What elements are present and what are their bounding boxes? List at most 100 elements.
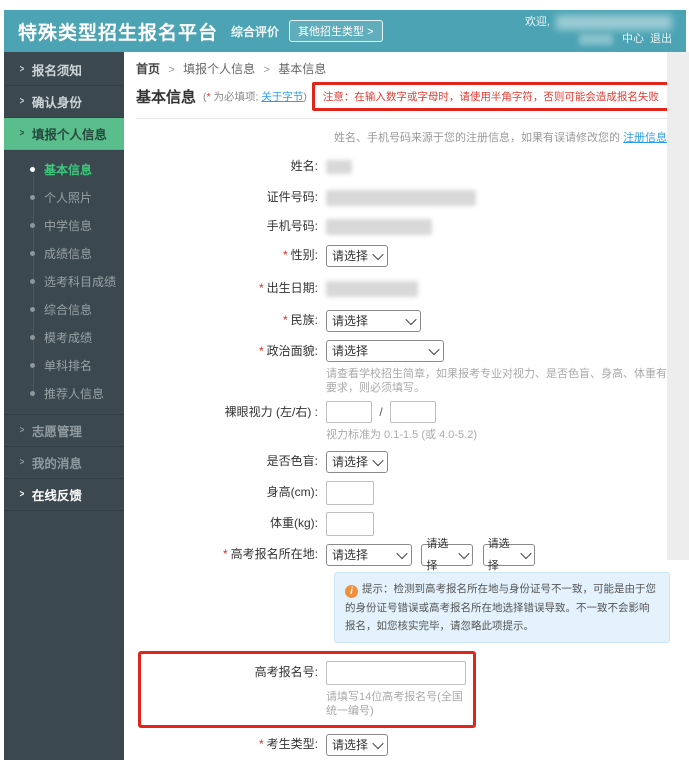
- bullet-icon: [30, 334, 35, 340]
- form-row-height: 身高(cm):: [136, 481, 670, 506]
- select-value: 请选择: [426, 538, 449, 573]
- sidebar-subitem-mock-exam[interactable]: 模考成绩: [4, 323, 124, 351]
- about-characters-link[interactable]: 关于字节: [261, 91, 303, 103]
- select-value: 请选择: [487, 538, 510, 573]
- breadcrumb-separator: >: [168, 64, 175, 76]
- political-status-select[interactable]: 请选择: [326, 340, 444, 363]
- sidebar-item-feedback[interactable]: > 在线反馈: [4, 479, 124, 511]
- sidebar-subitem-label: 成绩信息: [44, 246, 93, 261]
- political-hint: 请查看学校招生简章，如果报考专业对视力、是否色盲、身高、体重有要求，则必须填写。: [326, 368, 667, 395]
- other-enrollment-types-button[interactable]: 其他招生类型 >: [289, 20, 383, 42]
- bullet-icon: [30, 362, 35, 368]
- sidebar-subitem-grades[interactable]: 成绩信息: [4, 239, 124, 267]
- form-row-weight: 体重(kg):: [136, 512, 670, 537]
- form-row-candidate-type: * 考生类型: 请选择: [136, 733, 670, 757]
- sidebar-item-notice[interactable]: > 报名须知: [4, 54, 124, 86]
- sidebar-item-application-mgmt[interactable]: > 志愿管理: [4, 415, 124, 447]
- bullet-icon: [30, 250, 35, 256]
- sidebar-subitem-comprehensive[interactable]: 综合信息: [4, 295, 124, 323]
- gaokao-district-select[interactable]: 请选择: [482, 538, 535, 572]
- chevron-right-icon: >: [19, 64, 25, 75]
- required-note-text: 为必填项;: [213, 91, 259, 103]
- weight-label: 体重(kg):: [269, 516, 318, 531]
- annotation-box-notice: 注意：在输入数字或字母时，请使用半角字符，否则可能会造成报名失败: [311, 82, 670, 111]
- phone-label: 手机号码:: [266, 219, 318, 233]
- birth-date-label-text: 出生日期:: [266, 280, 318, 295]
- logout-link[interactable]: 退出: [650, 32, 672, 47]
- sidebar-subitem-label: 中学信息: [44, 218, 93, 233]
- sidebar-item-personal-info[interactable]: > 填报个人信息: [4, 118, 124, 150]
- gaokao-no-input[interactable]: [326, 661, 466, 686]
- header-user-area: 欢迎, 中心 退出: [525, 15, 672, 47]
- form-row-vision: 裸眼视力 (左/右) : / 视力标准为 0.1-1.5 (或 4.0-5.2): [136, 401, 670, 442]
- vision-left-input[interactable]: [326, 401, 372, 424]
- political-status-label: * 政治面貌:: [136, 340, 326, 362]
- vision-separator: /: [379, 405, 383, 420]
- sidebar-subitem-photo[interactable]: 个人照片: [4, 183, 124, 211]
- bullet-icon: [30, 390, 35, 396]
- sidebar-subitem-label: 推荐人信息: [44, 386, 105, 401]
- title-divider: [136, 118, 670, 119]
- bullet-icon: [30, 222, 35, 228]
- select-value: 请选择: [332, 455, 369, 470]
- bullet-icon: [30, 166, 35, 172]
- page-right-gutter: [667, 52, 689, 560]
- main-content: 首页 > 填报个人信息 > 基本信息 基本信息 (* 为必填项; 关于字节) 注…: [124, 52, 689, 760]
- register-info-note: 姓名、手机号码来源于您的注册信息，如果有误请修改您的 注册信息: [334, 129, 670, 145]
- app-subtitle: 综合评价: [231, 24, 280, 39]
- candidate-type-label-text: 考生类型:: [266, 737, 318, 752]
- gender-select[interactable]: 请选择: [326, 244, 388, 267]
- form-row-ethnicity: * 民族: 请选择: [136, 309, 670, 332]
- sidebar-item-identity[interactable]: > 确认身份: [4, 86, 124, 118]
- height-input[interactable]: [326, 481, 374, 506]
- cert-no-label: 证件号码:: [266, 190, 318, 204]
- bullet-icon: [30, 306, 35, 312]
- height-label: 身高(cm):: [266, 485, 318, 500]
- form-row-gender: * 性别: 请选择: [136, 244, 670, 267]
- breadcrumb-separator: >: [263, 64, 270, 76]
- registration-info-link[interactable]: 注册信息: [623, 132, 667, 144]
- user-center-link[interactable]: 中心: [622, 32, 644, 47]
- weight-input[interactable]: [326, 512, 374, 537]
- gaokao-province-select[interactable]: 请选择: [326, 544, 412, 567]
- required-star: *: [222, 547, 228, 562]
- phone-value-redacted: [326, 218, 432, 235]
- required-star: *: [258, 343, 264, 358]
- select-value: 请选择: [332, 548, 369, 563]
- form-row-gaokao-location: * 高考报名所在地: 请选择 请选择 请选择: [136, 538, 670, 572]
- app-window: 特殊类型招生报名平台 综合评价 其他招生类型 > 欢迎, 中心 退出 > 报名须…: [4, 10, 689, 760]
- birth-date-label: * 出生日期:: [136, 277, 326, 299]
- required-star: *: [258, 737, 264, 752]
- required-star: *: [258, 280, 264, 295]
- form-row-birth-date: * 出生日期:: [136, 277, 670, 299]
- sidebar-nav: > 报名须知 > 确认身份 > 填报个人信息 基本信息 个人照片 中学信息 成绩…: [4, 52, 124, 760]
- sidebar-item-messages[interactable]: > 我的消息: [4, 447, 124, 479]
- sidebar-subitem-basic-info[interactable]: 基本信息: [4, 155, 124, 183]
- app-title: 特殊类型招生报名平台: [18, 22, 219, 44]
- ethnicity-label: * 民族:: [136, 309, 326, 331]
- sidebar-subitem-recommender[interactable]: 推荐人信息: [4, 379, 124, 407]
- breadcrumb: 首页 > 填报个人信息 > 基本信息: [136, 60, 670, 77]
- bullet-icon: [30, 194, 35, 200]
- form-row-phone: 手机号码:: [136, 215, 670, 237]
- sidebar-subitem-school[interactable]: 中学信息: [4, 211, 124, 239]
- gaokao-location-label-text: 高考报名所在地:: [230, 547, 318, 562]
- gaokao-city-select[interactable]: 请选择: [421, 538, 474, 572]
- ethnicity-select[interactable]: 请选择: [326, 309, 421, 332]
- name-value-redacted: [326, 159, 352, 174]
- sidebar-subitem-subject-rank[interactable]: 单科排名: [4, 351, 124, 379]
- candidate-type-select[interactable]: 请选择: [326, 734, 388, 757]
- gaokao-location-label: * 高考报名所在地:: [136, 543, 326, 565]
- political-status-label-text: 政治面貌:: [266, 343, 318, 358]
- breadcrumb-personal-info[interactable]: 填报个人信息: [183, 62, 255, 76]
- select-value: 请选择: [332, 248, 369, 263]
- select-value: 请选择: [332, 313, 369, 328]
- sidebar-subitem-elective-scores[interactable]: 选考科目成绩: [4, 267, 124, 295]
- vision-right-input[interactable]: [390, 401, 437, 424]
- gender-label: * 性别:: [136, 244, 326, 266]
- color-blind-select[interactable]: 请选择: [326, 451, 388, 474]
- breadcrumb-home[interactable]: 首页: [136, 62, 160, 76]
- gender-label-text: 性别:: [290, 248, 318, 262]
- required-note: (* 为必填项; 关于字节): [203, 89, 307, 104]
- info-box-text: 提示：检测到高考报名所在地与身份证号不一致，可能是由于您的身份证号错误或高考报名…: [345, 583, 656, 632]
